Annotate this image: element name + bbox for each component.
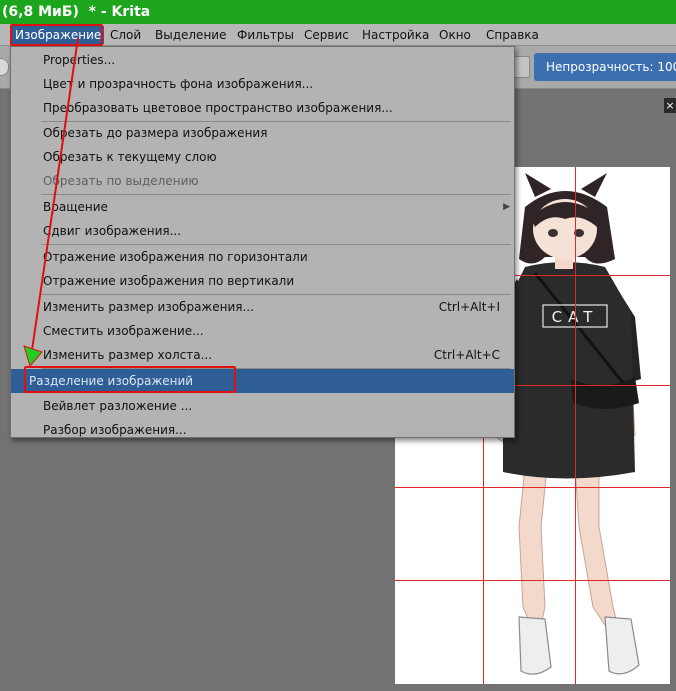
menu-item-label: Изменить размер изображения... (43, 300, 254, 314)
menu-item-label: Сместить изображение... (43, 324, 204, 338)
menu-item-mirror-horizontal[interactable]: Отражение изображения по горизонтали (11, 245, 514, 269)
menu-item-rotate[interactable]: Вращение ▶ (11, 195, 514, 219)
opacity-slider[interactable]: Непрозрачность: 100 (534, 53, 676, 81)
menu-item-wavelet-decompose[interactable]: Вейвлет разложение ... (11, 394, 514, 418)
menu-item-resize-canvas[interactable]: Изменить размер холста... Ctrl+Alt+C (11, 343, 514, 367)
shortcut-label: Ctrl+Alt+C (433, 348, 500, 362)
menu-item-shear[interactable]: Сдвиг изображения... (11, 219, 514, 243)
menu-tools[interactable]: Сервис (301, 26, 352, 44)
menu-item-trim-to-layer[interactable]: Обрезать к текущему слою (11, 145, 514, 169)
menu-item-label: Properties... (43, 53, 116, 67)
menu-item-label: Отражение изображения по горизонтали (43, 250, 308, 264)
close-document-icon[interactable]: × (664, 98, 676, 113)
menu-window[interactable]: Окно (436, 26, 474, 44)
menu-item-label: Обрезать до размера изображения (43, 126, 268, 140)
menu-item-convert-colorspace[interactable]: Преобразовать цветовое пространство изоб… (11, 96, 514, 120)
menu-item-trim-to-image[interactable]: Обрезать до размера изображения (11, 121, 514, 145)
guide-line-horizontal (395, 487, 670, 488)
menu-help[interactable]: Справка (483, 26, 542, 44)
menu-settings[interactable]: Настройка (359, 26, 432, 44)
menu-item-label: Обрезать к текущему слою (43, 150, 217, 164)
menu-item-label: Вейвлет разложение ... (43, 399, 193, 413)
submenu-arrow-icon: ▶ (503, 202, 510, 212)
menu-item-label: Обрезать по выделению (43, 174, 199, 188)
menu-layer[interactable]: Слой (107, 26, 144, 44)
menu-item-background-color[interactable]: Цвет и прозрачность фона изображения... (11, 72, 514, 96)
annotation-highlight-box (10, 24, 103, 46)
menu-item-offset-image[interactable]: Сместить изображение... (11, 319, 514, 343)
menu-filters[interactable]: Фильтры (234, 26, 297, 44)
menu-item-trim-to-selection: Обрезать по выделению (11, 169, 514, 193)
menu-item-label: Цвет и прозрачность фона изображения... (43, 77, 314, 91)
guide-line-vertical (575, 167, 576, 684)
menu-item-scale-image[interactable]: Изменить размер изображения... Ctrl+Alt+I (11, 295, 514, 319)
menu-select[interactable]: Выделение (152, 26, 229, 44)
window-title: (6,8 МиБ) * - Krita (0, 0, 676, 24)
menu-item-properties[interactable]: Properties... (11, 48, 514, 72)
menu-item-mirror-vertical[interactable]: Отражение изображения по вертикали (11, 269, 514, 293)
shortcut-label: Ctrl+Alt+I (438, 300, 500, 314)
guide-line-horizontal (395, 580, 670, 581)
menu-item-label: Разбор изображения... (43, 423, 187, 437)
menu-item-label: Сдвиг изображения... (43, 224, 182, 238)
menu-item-label: Изменить размер холста... (43, 348, 213, 362)
menu-item-label: Отражение изображения по вертикали (43, 274, 295, 288)
menu-item-separate-image[interactable]: Разбор изображения... (11, 418, 514, 442)
menu-item-label: Преобразовать цветовое пространство изоб… (43, 101, 393, 115)
annotation-highlight-box (24, 366, 236, 393)
menu-item-label: Вращение (43, 200, 108, 214)
